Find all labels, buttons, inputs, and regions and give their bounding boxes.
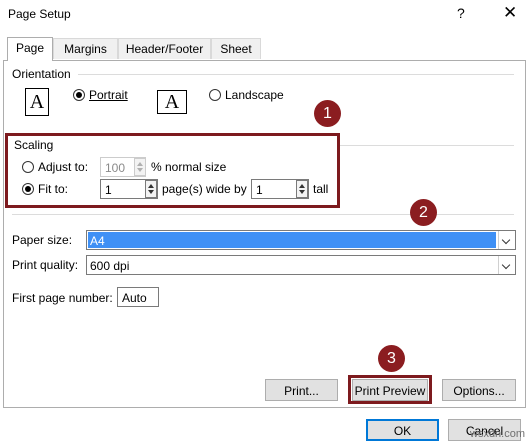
help-icon[interactable]: ? (457, 5, 465, 21)
paper-size-value: A4 (88, 232, 496, 248)
landscape-page-icon: A (157, 90, 187, 114)
portrait-label-text: Portrait (89, 88, 128, 102)
print-quality-value: 600 dpi (90, 259, 130, 273)
tab-page-label: Page (15, 41, 45, 55)
tab-margins[interactable]: Margins (53, 38, 118, 59)
marker-3: 3 (378, 345, 405, 372)
portrait-radio[interactable] (73, 89, 85, 101)
tab-sheet[interactable]: Sheet (211, 38, 261, 59)
marker-2: 2 (410, 199, 437, 226)
tab-header-footer[interactable]: Header/Footer (118, 38, 211, 59)
portrait-label: Portrait (89, 88, 128, 102)
title-bar (0, 0, 530, 30)
orientation-label: Orientation (12, 67, 71, 81)
marker-1: 1 (314, 100, 341, 127)
close-icon[interactable]: ✕ (503, 3, 517, 23)
tab-sheet-label: Sheet (220, 42, 252, 56)
print-button[interactable]: Print... (265, 379, 338, 401)
landscape-label: Landscape (225, 88, 284, 102)
paper-size-select[interactable]: A4 (86, 230, 516, 250)
scaling-highlight-box (5, 133, 340, 208)
orientation-divider (78, 74, 514, 75)
paper-size-label: Paper size: (12, 233, 73, 247)
ok-button[interactable]: OK (366, 419, 439, 441)
options-button[interactable]: Options... (442, 379, 516, 401)
landscape-radio[interactable] (209, 89, 221, 101)
chevron-down-icon[interactable] (498, 231, 515, 249)
portrait-page-icon: A (25, 88, 49, 116)
watermark-text: wsxdn.com (470, 428, 526, 440)
tab-margins-label: Margins (64, 42, 107, 56)
print-quality-label: Print quality: (12, 258, 79, 272)
first-page-label: First page number: (12, 291, 113, 305)
window-title: Page Setup (8, 7, 71, 21)
tab-header-footer-label: Header/Footer (125, 42, 204, 56)
scaling-divider (338, 145, 514, 146)
chevron-down-icon[interactable] (498, 256, 515, 274)
print-preview-button[interactable]: Print Preview (352, 379, 428, 401)
tab-page[interactable]: Page (7, 37, 53, 61)
scaling-bottom-divider (12, 214, 514, 215)
print-quality-select[interactable]: 600 dpi (86, 255, 516, 275)
first-page-input[interactable]: Auto (117, 287, 159, 307)
